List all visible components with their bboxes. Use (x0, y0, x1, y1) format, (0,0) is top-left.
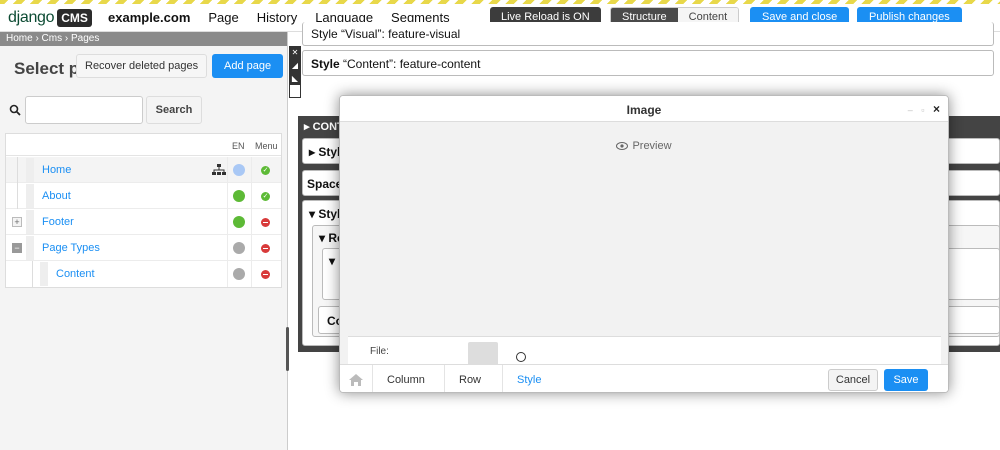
recover-deleted-button[interactable]: Recover deleted pages (76, 54, 208, 78)
not-in-menu-icon[interactable] (261, 270, 270, 279)
maximize-icon[interactable]: ▫ (921, 105, 924, 115)
tree-row-page-types[interactable]: − Page Types (6, 235, 281, 261)
modal-controls: – ▫ × (908, 102, 940, 116)
plugin-type: Style (311, 57, 340, 71)
breadcrumb[interactable]: Home › Cms › Pages (0, 32, 287, 46)
save-button[interactable]: Save (884, 369, 928, 391)
page-tree: EN Menu Home ✓ About ✓ + Footer − Page T… (5, 133, 282, 288)
column-menu: Menu (255, 141, 278, 151)
preview-toggle[interactable]: Preview (340, 140, 948, 152)
home-icon[interactable] (348, 372, 364, 388)
column-separator (227, 183, 228, 209)
logo-text: django (8, 9, 55, 26)
search-input[interactable] (25, 96, 143, 124)
page-link-footer[interactable]: Footer (42, 216, 74, 228)
plugin-column-arrow: ▾ (329, 254, 336, 268)
eye-icon (616, 142, 629, 151)
page-link-about[interactable]: About (42, 190, 71, 202)
close-icon[interactable]: × (933, 102, 940, 116)
sitemap-icon[interactable] (212, 164, 226, 175)
column-separator (251, 157, 252, 183)
page-link-page-types[interactable]: Page Types (42, 242, 100, 254)
column-separator (251, 261, 252, 287)
plugin-style-2-name: Styl (318, 207, 341, 221)
breadcrumb-column[interactable]: Column (372, 365, 439, 392)
not-in-menu-icon[interactable] (261, 218, 270, 227)
plugin-style-1-label: ▸ Styl (309, 145, 341, 159)
menu-page[interactable]: Page (208, 10, 238, 25)
preview-label: Preview (632, 140, 672, 152)
in-menu-icon[interactable]: ✓ (261, 192, 270, 201)
page-link-content[interactable]: Content (56, 268, 95, 280)
close-icon[interactable]: ✕ (289, 46, 301, 59)
lang-status-dot[interactable] (233, 216, 245, 228)
breadcrumb-style[interactable]: Style (502, 365, 555, 392)
cancel-button[interactable]: Cancel (828, 369, 878, 391)
search-icon (9, 104, 21, 116)
expand-icon[interactable]: ◢ (289, 59, 301, 72)
minimize-icon[interactable]: – (908, 105, 913, 115)
column-separator (227, 261, 228, 287)
modal-footer: Column Row Style Cancel Save (340, 364, 948, 392)
tree-line (32, 261, 33, 287)
page-tree-panel: Home › Cms › Pages Select p Recover dele… (0, 32, 288, 450)
plugin-spacer-label: Space (307, 177, 343, 191)
drag-handle[interactable] (26, 184, 34, 208)
tree-row-footer[interactable]: + Footer (6, 209, 281, 235)
file-icon[interactable] (516, 352, 526, 362)
menu-site[interactable]: example.com (108, 10, 190, 25)
expand-icon[interactable]: + (12, 217, 22, 227)
file-label: File: (370, 346, 389, 357)
image-modal: Image – ▫ × Preview File: Column Row Sty… (339, 95, 949, 393)
collapse-icon[interactable]: − (12, 243, 22, 253)
plugin-style-visual[interactable]: Style “Visual”: feature-visual (302, 22, 994, 46)
modal-title: Image (626, 103, 662, 117)
lang-status-dot[interactable] (233, 190, 245, 202)
drag-handle[interactable] (40, 262, 48, 286)
breadcrumb-row[interactable]: Row (444, 365, 495, 392)
tree-line (17, 183, 18, 209)
django-cms-logo[interactable]: django CMS (8, 9, 92, 27)
window-icon[interactable] (289, 84, 301, 98)
tree-line (17, 157, 18, 183)
page-link-home[interactable]: Home (42, 164, 71, 176)
plugin-style-2-label: ▾ Styl (309, 207, 341, 221)
plugin-style-content[interactable]: Style “Content”: feature-content (302, 50, 994, 76)
plugin-style-visual-label: Style “Visual”: feature-visual (311, 27, 461, 41)
column-en: EN (232, 141, 245, 151)
page-title: Select p (14, 59, 80, 78)
container-label: ▸ CONT (304, 121, 344, 133)
lang-status-dot[interactable] (233, 242, 245, 254)
in-menu-icon[interactable]: ✓ (261, 166, 270, 175)
tree-row-about[interactable]: About ✓ (6, 183, 281, 209)
tree-row-home[interactable]: Home ✓ (6, 157, 281, 183)
lang-status-dot[interactable] (233, 268, 245, 280)
modal-body: Preview File: (340, 122, 948, 376)
toolbar-stripe (0, 0, 1000, 4)
column-separator (227, 209, 228, 235)
plugin-style-content-label: Style “Content”: feature-content (311, 57, 480, 71)
lang-status-dot[interactable] (233, 164, 245, 176)
column-separator (227, 235, 228, 261)
not-in-menu-icon[interactable] (261, 244, 270, 253)
plugin-name: “Content”: feature-content (339, 57, 481, 71)
column-separator (251, 183, 252, 209)
tree-row-content[interactable]: Content (6, 261, 281, 287)
menu-history[interactable]: History (257, 10, 297, 25)
tree-header: EN Menu (6, 134, 281, 156)
drag-handle[interactable] (26, 158, 34, 182)
logo-badge: CMS (57, 9, 92, 27)
column-separator (251, 209, 252, 235)
modal-header[interactable]: Image – ▫ × (340, 96, 948, 122)
drag-handle[interactable] (26, 210, 34, 234)
column-separator (227, 157, 228, 183)
column-separator (251, 235, 252, 261)
drag-handle[interactable] (26, 236, 34, 260)
add-page-button[interactable]: Add page (212, 54, 284, 78)
search-button[interactable]: Search (146, 96, 202, 124)
plugin-style-1-name: Styl (318, 145, 341, 159)
